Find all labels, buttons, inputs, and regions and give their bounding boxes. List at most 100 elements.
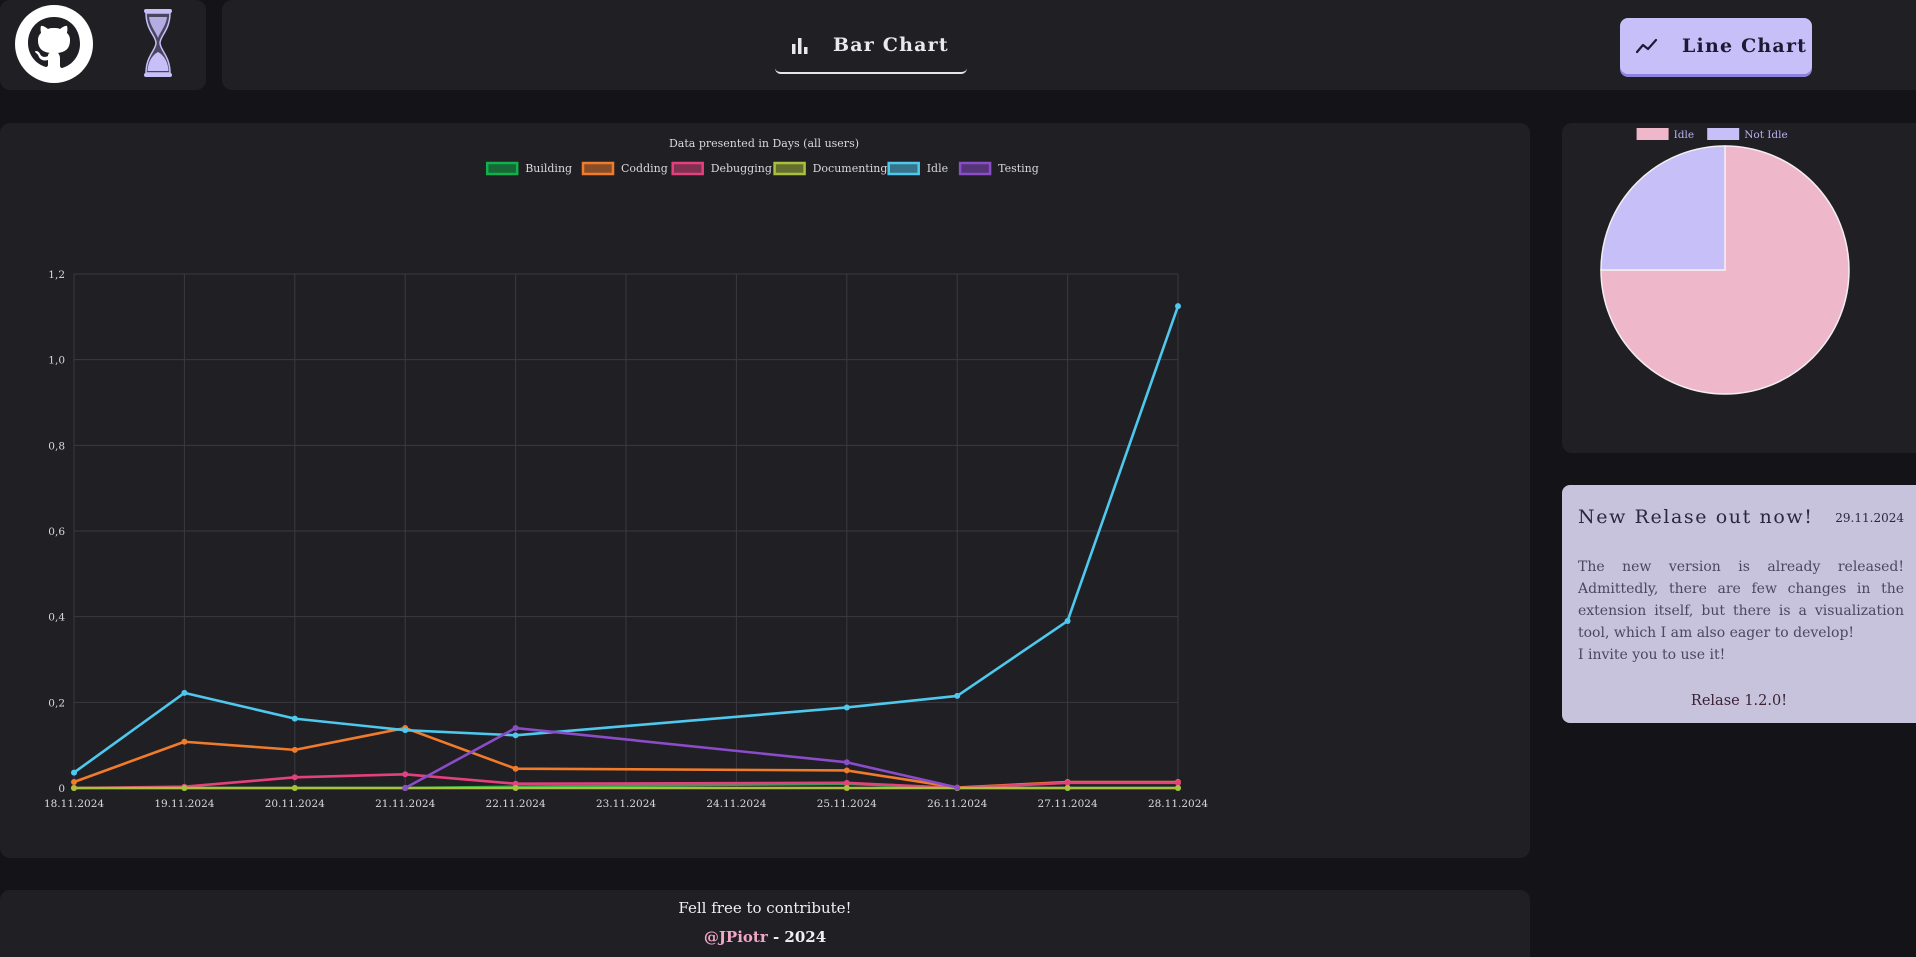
- data-point[interactable]: [181, 785, 188, 791]
- y-tick-label: 0,8: [48, 440, 65, 452]
- data-point[interactable]: [1064, 617, 1071, 624]
- x-tick-label: 20.11.2024: [265, 798, 325, 810]
- y-tick-label: 0,6: [48, 526, 65, 538]
- legend-label: Idle: [927, 162, 948, 175]
- legend-item-documenting[interactable]: Documenting: [773, 161, 888, 176]
- x-tick-label: 23.11.2024: [596, 798, 656, 810]
- legend-label: Building: [525, 162, 572, 175]
- chart-grid: [73, 273, 1179, 789]
- legend-label: Debugging: [711, 162, 772, 175]
- data-point[interactable]: [181, 689, 188, 696]
- data-point[interactable]: [291, 746, 298, 753]
- data-point[interactable]: [291, 715, 298, 722]
- x-tick-label: 27.11.2024: [1038, 798, 1098, 810]
- y-tick-label: 1,0: [48, 355, 65, 367]
- data-point[interactable]: [1175, 779, 1181, 786]
- legend-swatch: [581, 161, 615, 176]
- data-point[interactable]: [1175, 303, 1181, 310]
- author-link[interactable]: @JPiotr: [704, 928, 768, 946]
- data-point[interactable]: [1064, 785, 1071, 791]
- tab-line-chart[interactable]: Line Chart: [1620, 18, 1812, 74]
- line-chart-icon: [1636, 38, 1658, 54]
- release-invite: I invite you to use it!: [1578, 647, 1726, 663]
- logo-panel: [0, 0, 206, 90]
- y-tick-label: 0,4: [48, 612, 65, 624]
- data-point[interactable]: [512, 785, 519, 791]
- data-point[interactable]: [402, 727, 409, 734]
- data-point[interactable]: [843, 767, 850, 774]
- pie-legend-swatch: [1707, 128, 1740, 140]
- release-link[interactable]: Relase 1.2.0!: [1562, 693, 1916, 709]
- data-point[interactable]: [843, 704, 850, 711]
- line-chart-panel: Data presented in Days (all users) Build…: [0, 123, 1530, 858]
- x-tick-label: 25.11.2024: [817, 798, 877, 810]
- chart-title: Data presented in Days (all users): [669, 137, 859, 150]
- pie-legend-swatch: [1636, 128, 1669, 140]
- x-tick-label: 22.11.2024: [486, 798, 546, 810]
- pie-slices: [1600, 145, 1850, 395]
- y-tick-label: 1,2: [48, 269, 65, 281]
- data-point[interactable]: [291, 774, 298, 781]
- pie-legend-label: Idle: [1674, 129, 1694, 141]
- pie-legend-item-not-idle[interactable]: Not Idle: [1707, 128, 1788, 141]
- data-point[interactable]: [843, 759, 850, 766]
- data-point[interactable]: [954, 784, 961, 791]
- release-title: New Relase out now!: [1578, 506, 1814, 528]
- legend-swatch: [887, 161, 920, 176]
- legend-label: Codding: [621, 162, 668, 175]
- data-point[interactable]: [1064, 779, 1071, 786]
- legend-swatch: [773, 161, 806, 176]
- y-axis: 0 0,2 0,4 0,6 0,8 1,0 1,2: [48, 269, 65, 795]
- x-tick-label: 28.11.2024: [1148, 798, 1208, 810]
- y-tick-label: 0: [58, 783, 65, 795]
- y-tick-label: 0,2: [48, 697, 65, 709]
- pie-slice-not-idle[interactable]: [1600, 145, 1726, 271]
- x-tick-label: 26.11.2024: [927, 798, 987, 810]
- legend-item-building[interactable]: Building: [485, 161, 572, 176]
- release-date: 29.11.2024: [1835, 511, 1904, 525]
- tab-bar-chart[interactable]: Bar Chart: [775, 18, 967, 74]
- data-point[interactable]: [71, 769, 77, 776]
- data-point[interactable]: [843, 785, 850, 791]
- footer-credit: @JPiotr - 2024: [0, 928, 1530, 946]
- data-point[interactable]: [1175, 785, 1181, 791]
- legend-swatch: [485, 161, 519, 176]
- data-point[interactable]: [512, 732, 519, 739]
- data-point[interactable]: [954, 692, 961, 699]
- pie-legend-item-idle[interactable]: Idle: [1636, 128, 1694, 141]
- data-point[interactable]: [181, 738, 188, 745]
- release-card: New Relase out now! 29.11.2024 The new v…: [1562, 485, 1916, 723]
- data-point[interactable]: [512, 725, 519, 732]
- pie-chart-panel: Idle Not Idle: [1562, 123, 1916, 453]
- pie-chart: Idle Not Idle: [1600, 128, 1850, 395]
- data-point[interactable]: [71, 779, 77, 786]
- legend-swatch: [958, 161, 992, 176]
- x-tick-label: 24.11.2024: [706, 798, 766, 810]
- x-tick-label: 21.11.2024: [375, 798, 435, 810]
- github-icon[interactable]: [14, 4, 94, 84]
- tab-bar-chart-label: Bar Chart: [833, 34, 949, 56]
- bar-chart-icon: [792, 38, 808, 54]
- tab-line-chart-label: Line Chart: [1682, 35, 1808, 57]
- chart-legend: Building Codding Debugging Documenting Idle T…: [485, 161, 1039, 176]
- line-chart: Data presented in Days (all users) Build…: [44, 137, 1208, 810]
- legend-item-testing[interactable]: Testing: [958, 161, 1039, 176]
- legend-item-idle[interactable]: Idle: [887, 161, 948, 176]
- data-point[interactable]: [402, 785, 409, 791]
- data-point[interactable]: [843, 779, 850, 786]
- legend-swatch: [671, 161, 704, 176]
- hourglass-icon: [144, 9, 172, 77]
- data-point[interactable]: [512, 765, 519, 772]
- x-tick-label: 19.11.2024: [154, 798, 214, 810]
- legend-item-debugging[interactable]: Debugging: [671, 161, 772, 176]
- footer-year: - 2024: [767, 928, 827, 946]
- data-point[interactable]: [71, 785, 77, 791]
- pie-legend-label: Not Idle: [1744, 129, 1788, 141]
- release-text: The new version is already released! Adm…: [1578, 559, 1904, 641]
- x-tick-label: 18.11.2024: [44, 798, 104, 810]
- data-point[interactable]: [291, 785, 298, 791]
- legend-item-codding[interactable]: Codding: [581, 161, 668, 176]
- pie-legend: Idle Not Idle: [1636, 128, 1788, 141]
- footer: Fell free to contribute! @JPiotr - 2024: [0, 890, 1530, 957]
- data-point[interactable]: [402, 771, 409, 778]
